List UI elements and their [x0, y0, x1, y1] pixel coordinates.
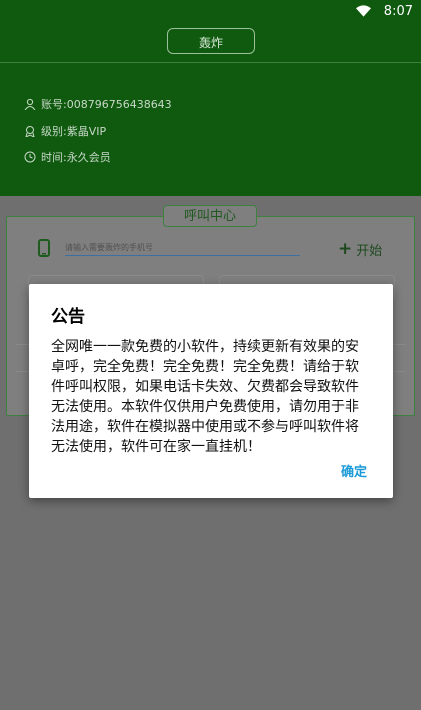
phone-input[interactable] [65, 239, 300, 256]
app-header: 轰炸 [0, 24, 421, 62]
level-row: 级别:紫晶VIP [24, 123, 106, 139]
account-text: 账号:008796756438643 [41, 98, 172, 111]
announcement-dialog: 公告 全网唯一一款免费的小软件，持续更新有效果的安卓呼，完全免费！完全免费！完全… [29, 284, 393, 498]
dialog-body: 全网唯一一款免费的小软件，持续更新有效果的安卓呼，完全免费！完全免费！完全免费！… [51, 339, 359, 455]
clock-icon [24, 151, 36, 163]
profile-section: 账号:008796756438643 级别:紫晶VIP 时间:永久会员 [0, 63, 421, 196]
wifi-icon [356, 5, 371, 17]
plus-icon: + [338, 239, 353, 259]
call-center-title: 呼叫中心 [163, 205, 257, 227]
phone-icon [38, 239, 50, 257]
user-icon [24, 98, 36, 110]
start-label: 开始 [356, 243, 383, 259]
status-bar: 8:07 [0, 0, 421, 24]
badge-icon [25, 126, 35, 137]
status-time: 8:07 [383, 4, 413, 19]
start-button[interactable]: + 开始 [338, 239, 382, 259]
bomb-button[interactable]: 轰炸 [167, 28, 255, 54]
level-text: 级别:紫晶VIP [41, 125, 107, 138]
time-text: 时间:永久会员 [41, 151, 111, 164]
time-row: 时间:永久会员 [24, 149, 111, 165]
account-row: 账号:008796756438643 [24, 96, 172, 112]
confirm-button[interactable]: 确定 [341, 461, 367, 480]
dialog-title: 公告 [51, 307, 85, 327]
